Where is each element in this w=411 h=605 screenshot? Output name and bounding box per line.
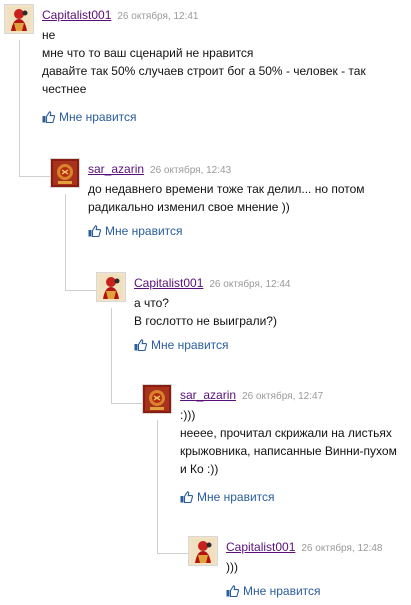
comment-text-line: мне что то ваш сценарий не нравится	[42, 46, 254, 60]
thumbs-up-icon	[226, 585, 240, 598]
like-button[interactable]: Мне нравится	[180, 490, 275, 504]
red-figure-avatar-icon[interactable]	[96, 272, 126, 302]
comment: sar_azarin 26 октября, 12:43 до недавнего…	[50, 158, 405, 248]
comment-text-line: радикально изменил свое мнение ))	[88, 200, 290, 214]
comment: sar_azarin 26 октября, 12:47 :))) неееe, …	[142, 384, 407, 510]
comment-date: 26 октября, 12:43	[150, 165, 232, 176]
comment-text-line: :)))	[180, 408, 196, 422]
comment-date: 26 октября, 12:48	[301, 543, 383, 554]
comment-header: Capitalist001 26 октября, 12:44	[134, 276, 291, 290]
like-button[interactable]: Мне нравится	[134, 338, 229, 352]
comment-text-line: а что?	[134, 296, 169, 310]
comment-body: а что? В гослотто не выиграли?)	[134, 294, 411, 330]
comment-text-line: крыжовника, написанные Винни-пухом	[180, 444, 397, 458]
like-label: Мне нравится	[243, 584, 321, 598]
comment-body: до недавнего времени тоже так делил... н…	[88, 180, 411, 216]
comment-body: )))	[226, 558, 411, 576]
author-link[interactable]: Capitalist001	[134, 276, 203, 290]
like-label: Мне нравится	[197, 490, 275, 504]
red-figure-avatar-icon[interactable]	[4, 4, 34, 34]
comment-header: sar_azarin 26 октября, 12:47	[180, 388, 323, 402]
author-link[interactable]: sar_azarin	[180, 388, 236, 402]
like-label: Мне нравится	[151, 338, 229, 352]
comment-date: 26 октября, 12:47	[242, 391, 324, 402]
comment: Capitalist001 26 октября, 12:44 а что? В …	[96, 272, 406, 362]
comment: Capitalist001 26 октября, 12:48 ))) Мне н…	[188, 536, 408, 602]
comment-body: не мне что то ваш сценарий не нравится д…	[42, 26, 372, 98]
comment-header: Capitalist001 26 октября, 12:41	[42, 8, 199, 22]
comment-body: :))) неееe, прочитал скрижали на листьях…	[180, 406, 411, 478]
author-link[interactable]: Capitalist001	[42, 8, 111, 22]
emblem-avatar-icon[interactable]	[50, 158, 80, 188]
comment-text-line: неееe, прочитал скрижали на листьях	[180, 426, 392, 440]
comment-text-line: не	[42, 28, 56, 42]
comment-header: sar_azarin 26 октября, 12:43	[88, 162, 231, 176]
thumbs-up-icon	[180, 491, 194, 504]
author-link[interactable]: sar_azarin	[88, 162, 144, 176]
comment-thread: Capitalist001 26 октября, 12:41 не мне чт…	[0, 0, 411, 605]
comment-text-line: давайте так 50% случаев строит бог а 50%…	[42, 64, 366, 78]
comment-text-line: В гослотто не выиграли?)	[134, 314, 277, 328]
comment-text-line: )))	[226, 560, 238, 574]
comment-date: 26 октября, 12:41	[117, 11, 199, 22]
thumbs-up-icon	[42, 111, 56, 124]
comment-header: Capitalist001 26 октября, 12:48	[226, 540, 383, 554]
author-link[interactable]: Capitalist001	[226, 540, 295, 554]
comment-text-line: до недавнего времени тоже так делил... н…	[88, 182, 365, 196]
red-figure-avatar-icon[interactable]	[188, 536, 218, 566]
comment: Capitalist001 26 октября, 12:41 не мне чт…	[4, 4, 404, 130]
like-button[interactable]: Мне нравится	[88, 224, 183, 238]
like-button[interactable]: Мне нравится	[226, 584, 321, 598]
like-button[interactable]: Мне нравится	[42, 110, 137, 124]
like-label: Мне нравится	[105, 224, 183, 238]
like-label: Мне нравится	[59, 110, 137, 124]
comment-text-line: и Ко :))	[180, 462, 219, 476]
comment-text-line: честнее	[42, 82, 87, 96]
emblem-avatar-icon[interactable]	[142, 384, 172, 414]
thumbs-up-icon	[134, 339, 148, 352]
comment-date: 26 октября, 12:44	[209, 279, 291, 290]
thumbs-up-icon	[88, 225, 102, 238]
